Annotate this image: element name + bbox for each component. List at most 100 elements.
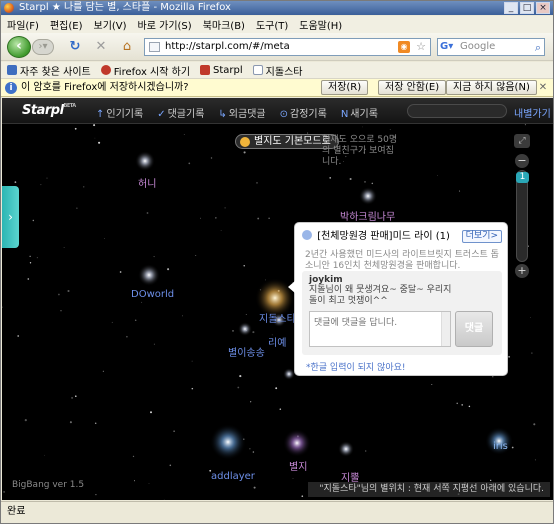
save-password-button[interactable]: 저장(R) <box>321 80 369 95</box>
star-label[interactable]: DOworld <box>131 289 174 300</box>
dust-star <box>94 422 97 425</box>
google-engine-icon[interactable]: G▾ <box>440 41 458 53</box>
rss-icon[interactable]: ◉ <box>398 41 410 53</box>
menu-history[interactable]: 바로 가기(S) <box>138 17 192 32</box>
url-bar[interactable]: http://starpl.com/#/meta ◉ ☆ <box>144 38 431 56</box>
star-label[interactable]: iris <box>493 441 508 452</box>
dust-star <box>83 186 85 188</box>
page-content: StarplBETA ↑ 인기기록 ✓ 댓글기록 ↳ 외금댓글 ⊙ 감정기록 N 새기록 … <box>2 98 553 500</box>
star-label[interactable]: 별이송송 <box>228 344 265 359</box>
my-star-link[interactable]: 내별가기 <box>514 105 551 120</box>
search-icon[interactable]: ⌕ <box>535 40 541 56</box>
side-panel-toggle[interactable]: › <box>2 186 19 248</box>
stop-icon[interactable]: ✕ <box>93 39 109 55</box>
dust-star <box>163 499 165 500</box>
more-button[interactable]: 더보기> <box>461 230 502 243</box>
bookmarks-toolbar: 자주 찾은 사이트 Firefox 시작 하기 Starpl 지돌스타 <box>1 62 553 79</box>
menu-help[interactable]: 도움말(H) <box>299 17 342 32</box>
dust-star <box>29 255 31 257</box>
site-header: StarplBETA ↑ 인기기록 ✓ 댓글기록 ↳ 외금댓글 ⊙ 감정기록 N 새기록 … <box>2 98 553 124</box>
dust-star <box>461 404 464 406</box>
bookmark-starpl-icon <box>200 65 211 75</box>
star-addlayer[interactable] <box>210 424 246 460</box>
reload-icon[interactable]: ↻ <box>67 39 83 55</box>
bookmark-item[interactable]: Starpl <box>200 65 243 76</box>
notification-text: 이 암호를 Firefox에 저장하시겠습니까? <box>21 82 189 93</box>
site-search-input[interactable] <box>407 104 507 118</box>
dust-star <box>44 454 45 456</box>
dust-star <box>46 177 48 179</box>
menu-file[interactable]: 파일(F) <box>7 17 39 32</box>
dust-star <box>102 370 104 372</box>
dust-star <box>534 459 536 461</box>
fullscreen-icon[interactable]: ⤢ <box>514 134 530 148</box>
star-label[interactable]: addlayer <box>211 471 255 482</box>
reply-input-scrollbar[interactable] <box>441 312 450 346</box>
bookmark-item[interactable]: Firefox 시작 하기 <box>100 63 190 78</box>
input-warning-link[interactable]: *한글 입력이 되지 않아요! <box>306 360 406 373</box>
star-label[interactable]: 지돌스타 <box>259 310 296 325</box>
star-honey[interactable] <box>135 151 155 171</box>
nav-commented[interactable]: ✓ 댓글기록 <box>157 105 204 120</box>
star-jibbul[interactable] <box>338 441 354 457</box>
dust-star <box>253 486 256 489</box>
maximize-icon[interactable]: □ <box>520 2 534 14</box>
dust-star <box>191 387 194 390</box>
comment-box: joykim 지돌님이 왜 뭇생겨요~ 중달~ 우리지돌이 최고 멋쟁이^^ 댓… <box>302 271 502 355</box>
bookmark-item[interactable]: 자주 찾은 사이트 <box>7 63 91 78</box>
dust-star <box>456 402 458 405</box>
dust-star <box>252 451 255 453</box>
never-save-button[interactable]: 저장 안함(E) <box>378 80 447 95</box>
dust-star <box>530 317 532 318</box>
back-button[interactable]: ‹ <box>7 36 31 58</box>
dust-star <box>2 306 3 308</box>
menu-bookmarks[interactable]: 북마크(B) <box>203 17 245 32</box>
menu-tools[interactable]: 도구(T) <box>256 17 288 32</box>
star-label[interactable]: 허니 <box>138 175 156 190</box>
star-label[interactable]: 리예 <box>268 334 286 349</box>
dust-star <box>237 386 240 389</box>
dust-star <box>250 401 252 403</box>
star-label[interactable]: 별지 <box>289 458 307 473</box>
close-icon[interactable]: × <box>536 2 550 14</box>
dust-star <box>141 301 143 303</box>
zoom-slider[interactable] <box>516 170 528 262</box>
forward-button[interactable]: ›▾ <box>32 39 54 55</box>
dust-star <box>195 255 197 256</box>
star-label[interactable]: 박하크림나무 <box>340 208 395 223</box>
star-bakha[interactable] <box>359 187 377 205</box>
nav-popular[interactable]: ↑ 인기기록 <box>96 105 143 120</box>
zoom-in-icon[interactable]: − <box>515 154 529 168</box>
dust-star <box>431 384 433 386</box>
dust-star <box>458 190 461 192</box>
post-title[interactable]: [천체망원경 판매]미드 라이 (1) <box>317 231 450 242</box>
nav-external-comments[interactable]: ↳ 외금댓글 <box>218 105 265 120</box>
dust-star <box>188 162 191 165</box>
zoom-out-icon[interactable]: + <box>515 264 529 278</box>
dust-star <box>75 395 77 397</box>
menu-view[interactable]: 보기(V) <box>94 17 127 32</box>
dust-star <box>14 181 17 183</box>
dust-star <box>69 421 72 424</box>
dust-star <box>32 219 34 222</box>
comment-author[interactable]: joykim <box>309 275 343 285</box>
star-doworld[interactable] <box>138 264 160 286</box>
not-now-button[interactable]: 지금 하지 않음(N) <box>446 80 537 95</box>
dust-star <box>243 265 245 267</box>
minimize-icon[interactable]: _ <box>504 2 518 14</box>
menu-edit[interactable]: 편집(E) <box>50 17 83 32</box>
nav-emotion[interactable]: ⊙ 감정기록 <box>280 105 327 120</box>
home-icon[interactable]: ⌂ <box>119 39 135 55</box>
search-box[interactable]: G▾ Google ⌕ <box>437 38 545 56</box>
reply-submit-button[interactable]: 댓글 <box>455 311 493 347</box>
star-byeoli[interactable] <box>238 322 252 336</box>
reply-input[interactable] <box>309 311 451 347</box>
dust-star <box>275 387 278 390</box>
starpl-logo[interactable]: StarplBETA <box>22 103 76 118</box>
notification-close-icon[interactable]: ✕ <box>537 82 549 94</box>
bookmark-item[interactable]: 지돌스타 <box>252 63 302 78</box>
nav-new[interactable]: N 새기록 <box>341 105 378 120</box>
star-byeolji[interactable] <box>283 429 311 457</box>
zoom-slider-handle[interactable]: 1 <box>516 172 529 183</box>
bookmark-star-icon[interactable]: ☆ <box>416 39 426 55</box>
